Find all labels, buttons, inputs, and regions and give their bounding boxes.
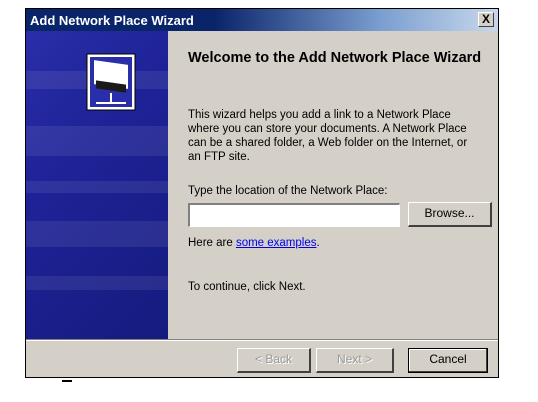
wizard-window: Add Network Place Wizard X Welcome to th…: [25, 8, 499, 378]
next-button[interactable]: Next >: [316, 348, 394, 373]
title-bar[interactable]: Add Network Place Wizard X: [26, 9, 498, 31]
back-button[interactable]: < Back: [237, 348, 311, 373]
button-divider: [26, 339, 498, 341]
location-input[interactable]: [188, 203, 400, 227]
wizard-side-panel: [26, 31, 168, 339]
wizard-description: This wizard helps you add a link to a Ne…: [188, 109, 468, 163]
page-title: Welcome to the Add Network Place Wizard: [188, 50, 482, 66]
cancel-button[interactable]: Cancel: [408, 348, 488, 373]
examples-suffix: .: [316, 237, 320, 249]
close-button[interactable]: X: [478, 12, 494, 27]
window-title: Add Network Place Wizard: [30, 13, 194, 28]
location-label: Type the location of the Network Place:: [188, 185, 388, 197]
browse-button[interactable]: Browse...: [408, 202, 492, 227]
network-drive-icon: [86, 53, 136, 111]
examples-link[interactable]: some examples: [236, 237, 317, 249]
examples-text: Here are some examples.: [188, 237, 320, 249]
examples-prefix: Here are: [188, 237, 236, 249]
edge-mark: [62, 380, 72, 382]
continue-instruction: To continue, click Next.: [188, 281, 306, 293]
